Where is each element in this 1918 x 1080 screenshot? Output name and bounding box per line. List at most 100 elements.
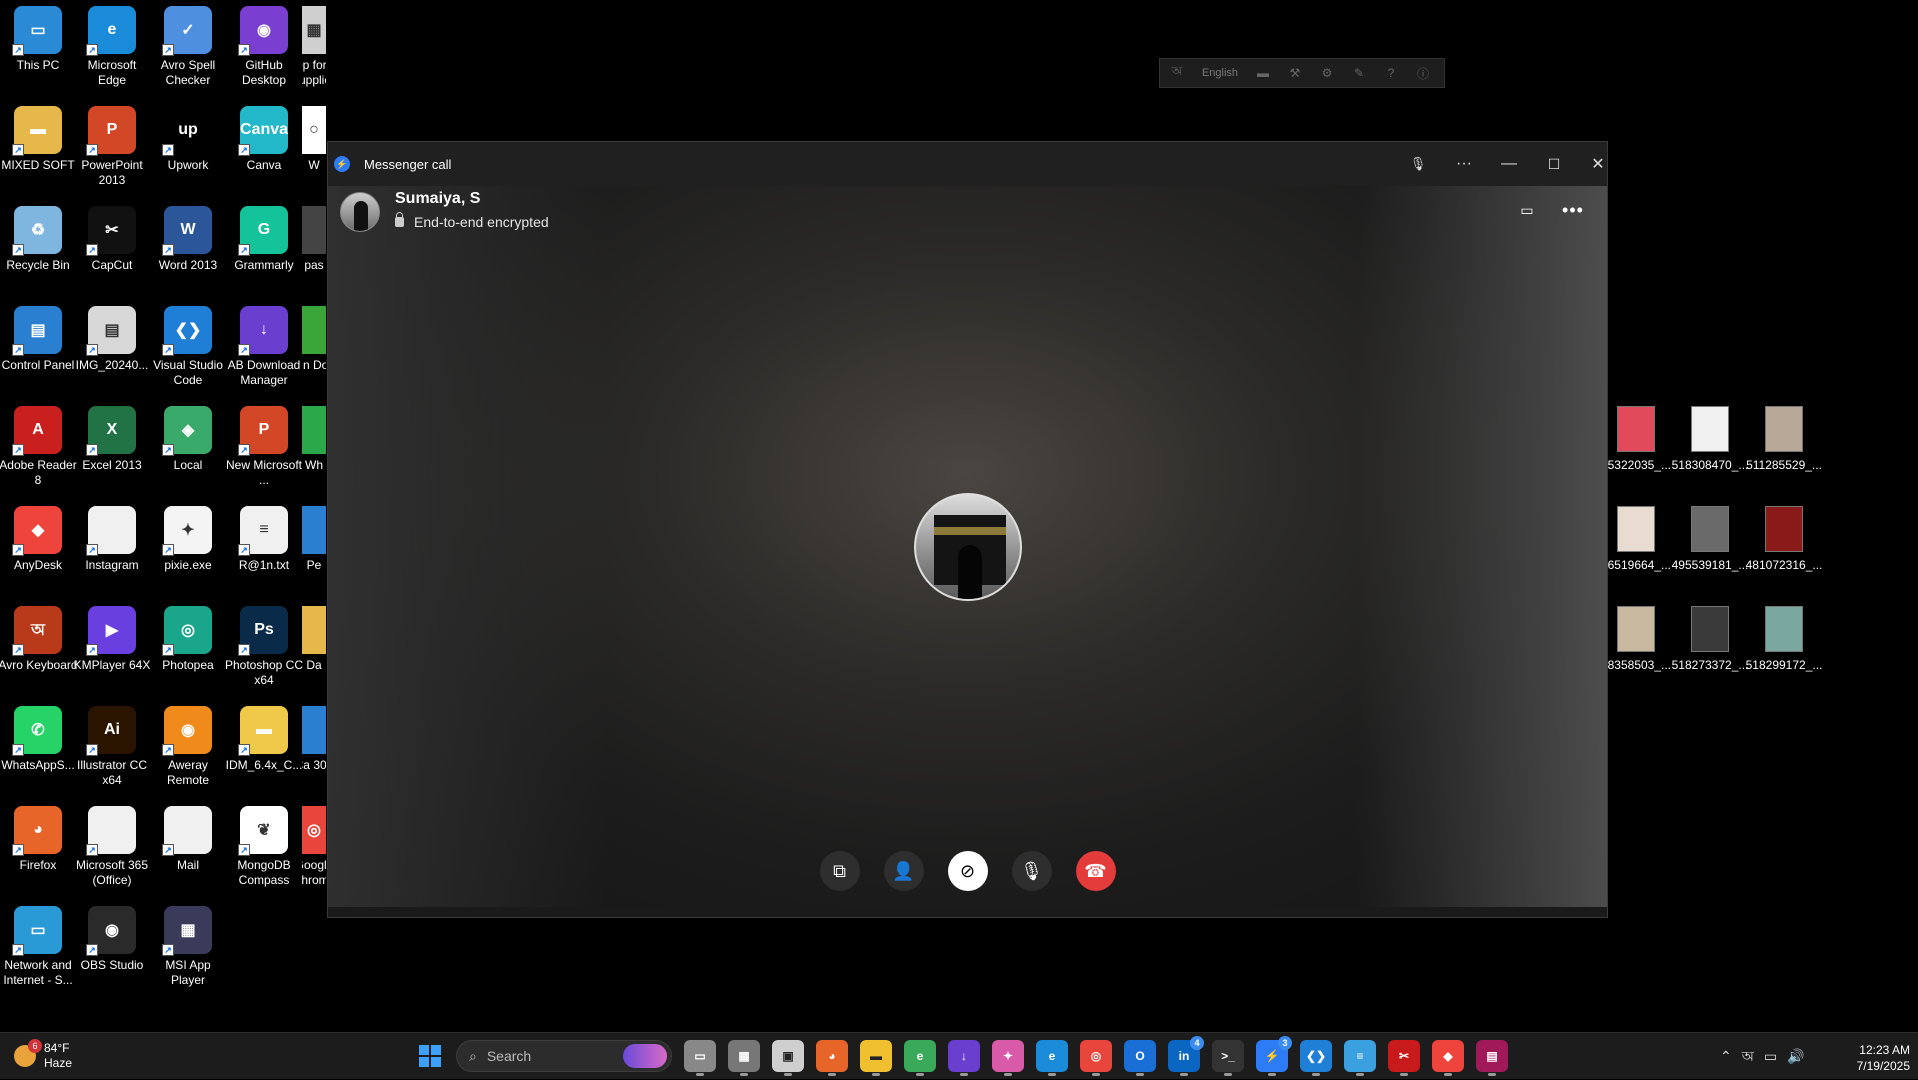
clock[interactable]: 12:23 AM 7/19/2025 bbox=[1840, 1042, 1910, 1074]
taskbar-app-terminal[interactable]: >_ bbox=[1212, 1040, 1244, 1076]
taskbar-app-edge[interactable]: e bbox=[1036, 1040, 1068, 1076]
desktop-icon[interactable]: ▤ ↗ IMG_20240... bbox=[74, 306, 150, 373]
desktop-icon[interactable]: ▦ ↗ MSI App Player bbox=[150, 906, 226, 988]
desktop-icon[interactable]: Ai ↗ Illustrator CC x64 bbox=[74, 706, 150, 788]
desktop-icon[interactable]: ↓ ↗ AB Download Manager bbox=[226, 306, 302, 388]
desktop-icon[interactable]: ◈ ↗ Local bbox=[150, 406, 226, 473]
close-button[interactable]: ✕ bbox=[1575, 142, 1621, 186]
desktop-icon[interactable]: Ps ↗ Photoshop CC x64 bbox=[225, 606, 303, 688]
end-call-button[interactable]: ☎ bbox=[1075, 851, 1116, 891]
desktop-icon[interactable]: ↗ Mail bbox=[150, 806, 226, 873]
desktop-icon[interactable]: ↗ Microsoft 365 (Office) bbox=[74, 806, 150, 888]
taskbar-app-copilot[interactable]: ✦ bbox=[992, 1040, 1024, 1076]
desktop-icon[interactable]: ○↗ W bbox=[302, 106, 326, 173]
desktop-icon[interactable]: ▭ ↗ Network and Internet - S... bbox=[0, 906, 76, 988]
desktop-icon[interactable]: ↗ Wh bbox=[302, 406, 326, 473]
gear-icon[interactable]: ⚙ bbox=[1318, 66, 1336, 80]
taskbar-app-snipping-tool[interactable]: ✂ bbox=[1388, 1040, 1420, 1076]
desktop-icon[interactable]: e ↗ Microsoft Edge bbox=[74, 6, 150, 88]
desktop-icon[interactable]: ♻ ↗ Recycle Bin bbox=[0, 206, 76, 273]
help-icon[interactable]: ? bbox=[1382, 66, 1400, 80]
desktop-icon[interactable]: ▬ ↗ IDM_6.4x_C... bbox=[226, 706, 302, 773]
title-bar[interactable]: ⚡ Messenger call 🎙 ··· — ☐ ✕ bbox=[328, 142, 1607, 186]
call-more-button[interactable]: ••• bbox=[1559, 198, 1587, 222]
minimize-button[interactable]: — bbox=[1486, 142, 1532, 186]
network-icon[interactable]: ▭ bbox=[1764, 1048, 1777, 1065]
desktop-icon[interactable]: X ↗ Excel 2013 bbox=[74, 406, 150, 473]
desktop-icon[interactable]: ❦ ↗ MongoDB Compass bbox=[226, 806, 302, 888]
add-people-button[interactable]: 👤 bbox=[883, 851, 924, 891]
desktop-icon[interactable]: ✆ ↗ WhatsAppS... bbox=[0, 706, 76, 773]
volume-icon[interactable]: 🔊 bbox=[1787, 1048, 1804, 1065]
desktop-icon[interactable]: ◉ ↗ Aweray Remote bbox=[150, 706, 226, 788]
desktop-icon[interactable]: ◆ ↗ AnyDesk bbox=[0, 506, 76, 573]
effects-button[interactable]: ▭ bbox=[1513, 200, 1541, 220]
taskbar-app-edge-dev[interactable]: e bbox=[904, 1040, 936, 1076]
desktop-file[interactable]: 15322035_... bbox=[1598, 406, 1674, 472]
taskbar-app-anydesk[interactable]: ◆ bbox=[1432, 1040, 1464, 1076]
desktop-icon[interactable]: ▦↗ Shop for HP Supplies bbox=[302, 6, 326, 88]
desktop-icon[interactable]: ↗ In Do bbox=[302, 306, 326, 373]
keyboard-icon[interactable]: ▬ bbox=[1254, 66, 1272, 80]
desktop-icon[interactable]: up ↗ Upwork bbox=[150, 106, 226, 173]
taskbar-app-chrome[interactable]: ◎ bbox=[1080, 1040, 1112, 1076]
desktop-file[interactable]: 18358503_... bbox=[1598, 606, 1674, 672]
video-toggle-button[interactable]: ⊘ bbox=[947, 851, 988, 891]
desktop-icon[interactable]: ▭ ↗ This PC bbox=[0, 6, 76, 73]
desktop-file[interactable]: 518308470_... bbox=[1672, 406, 1748, 472]
ime-tray-icon[interactable]: অ bbox=[1742, 1045, 1754, 1069]
maximize-button[interactable]: ☐ bbox=[1531, 142, 1577, 186]
desktop-icon[interactable]: G ↗ Grammarly bbox=[226, 206, 302, 273]
spell-icon[interactable]: ✎ bbox=[1350, 66, 1368, 80]
taskbar-app-outlook[interactable]: O bbox=[1124, 1040, 1156, 1076]
desktop-file[interactable]: 518273372_... bbox=[1672, 606, 1748, 672]
desktop-icon[interactable]: অ ↗ Avro Keyboard bbox=[0, 606, 78, 673]
start-button[interactable] bbox=[419, 1045, 441, 1067]
taskbar-app-firefox[interactable]: ◕ bbox=[816, 1040, 848, 1076]
desktop-icon[interactable]: ↗ Ca 300 bbox=[302, 706, 326, 773]
language-label[interactable]: English bbox=[1200, 67, 1240, 79]
taskbar-app-task-view[interactable]: ▭ bbox=[684, 1040, 716, 1076]
desktop-icon[interactable]: ◕ ↗ Firefox bbox=[0, 806, 76, 873]
desktop-icon[interactable]: ≡ ↗ R@1n.txt bbox=[226, 506, 302, 573]
desktop-icon[interactable]: ▤ ↗ Control Panel bbox=[0, 306, 76, 373]
desktop-icon[interactable]: ▬ ↗ MIXED SOFT bbox=[0, 106, 76, 173]
desktop-icon[interactable]: ❮❯ ↗ Visual Studio Code bbox=[150, 306, 226, 388]
desktop-icon[interactable]: ◎↗ Google Chrome bbox=[302, 806, 326, 888]
desktop-file[interactable]: 16519664_... bbox=[1598, 506, 1674, 572]
taskbar-search[interactable]: ⌕ Search bbox=[456, 1040, 672, 1072]
more-options-icon[interactable]: ··· bbox=[1441, 142, 1487, 186]
avro-logo-icon[interactable]: অ bbox=[1168, 64, 1186, 80]
desktop-icon[interactable]: ◉ ↗ GitHub Desktop bbox=[226, 6, 302, 88]
taskbar-app-linkedin[interactable]: in 4 bbox=[1168, 1036, 1204, 1076]
desktop-file[interactable]: 481072316_... bbox=[1746, 506, 1822, 572]
taskbar-app-file-explorer[interactable]: ▬ bbox=[860, 1040, 892, 1076]
desktop-icon[interactable]: ◎ ↗ Photopea bbox=[150, 606, 226, 673]
mic-status-icon[interactable]: 🎙 bbox=[1395, 142, 1441, 186]
desktop-icon[interactable]: ✂ ↗ CapCut bbox=[74, 206, 150, 273]
mic-button[interactable]: 🎙 bbox=[1011, 851, 1052, 891]
taskbar-app-notepad[interactable]: ≡ bbox=[1344, 1040, 1376, 1076]
share-screen-button[interactable]: ⧉ bbox=[819, 851, 860, 891]
tool-icon[interactable]: ⚒ bbox=[1286, 66, 1304, 80]
weather-widget[interactable]: 6 84°F Haze bbox=[14, 1039, 72, 1071]
desktop-file[interactable]: 518299172_... bbox=[1746, 606, 1822, 672]
taskbar-app-vscode[interactable]: ❮❯ bbox=[1300, 1040, 1332, 1076]
desktop-file[interactable]: 495539181_... bbox=[1672, 506, 1748, 572]
desktop-icon[interactable]: ◉ ↗ OBS Studio bbox=[74, 906, 150, 973]
caller-avatar-small[interactable] bbox=[340, 192, 380, 232]
taskbar-app-file-manager[interactable]: ▦ bbox=[728, 1040, 760, 1076]
taskbar-app-winrar[interactable]: ▤ bbox=[1476, 1040, 1508, 1076]
desktop-icon[interactable]: ↗ Da bbox=[302, 606, 326, 673]
taskbar-app-messenger[interactable]: ⚡ 3 bbox=[1256, 1036, 1292, 1076]
desktop-icon[interactable]: ✓ ↗ Avro Spell Checker bbox=[150, 6, 226, 88]
desktop-icon[interactable]: W ↗ Word 2013 bbox=[150, 206, 226, 273]
desktop-icon[interactable]: ↗ Instagram bbox=[74, 506, 150, 573]
desktop-icon[interactable]: ✦ ↗ pixie.exe bbox=[150, 506, 226, 573]
desktop-icon[interactable]: ↗ Pe bbox=[302, 506, 326, 573]
taskbar-app-ab-download-manager[interactable]: ↓ bbox=[948, 1040, 980, 1076]
desktop-icon[interactable]: ▶ ↗ KMPlayer 64X bbox=[74, 606, 150, 673]
desktop-icon[interactable]: A ↗ Adobe Reader 8 bbox=[0, 406, 77, 488]
desktop-icon[interactable]: P ↗ PowerPoint 2013 bbox=[74, 106, 150, 188]
taskbar-app-microsoft-store[interactable]: ▣ bbox=[772, 1040, 804, 1076]
